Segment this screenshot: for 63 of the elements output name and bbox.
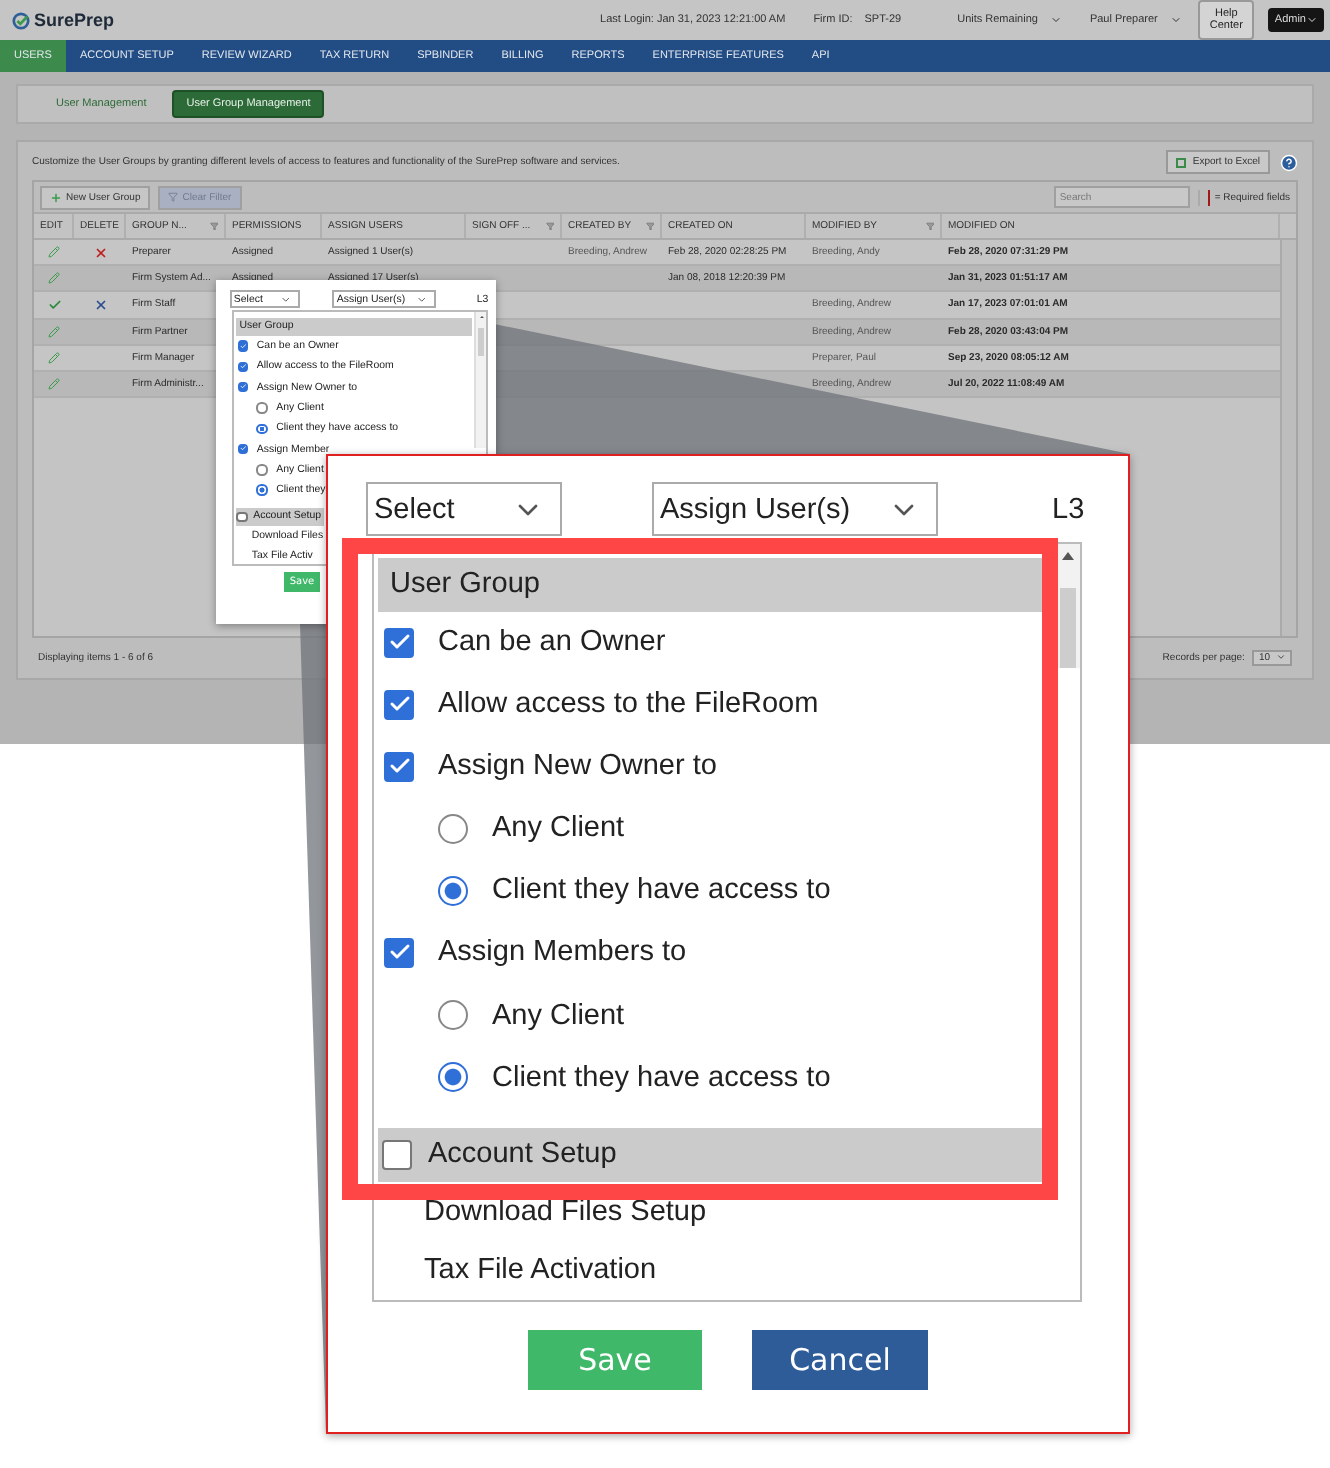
scroll-thumb[interactable] (478, 327, 485, 357)
logo[interactable]: SurePrep (12, 10, 115, 30)
chevron-icon (280, 293, 293, 305)
checkbox[interactable] (384, 689, 414, 720)
permission-select[interactable]: Select (366, 482, 562, 536)
option-label: Any Client (492, 999, 625, 1032)
chevron-icon (1276, 652, 1286, 662)
filter-icon[interactable] (645, 221, 654, 231)
section-title: User Group (390, 568, 540, 601)
radio-button[interactable] (256, 464, 268, 476)
option-label: Client they have access to (492, 1061, 831, 1094)
chevron-icon (1306, 14, 1318, 26)
option-label: Assign Members to (438, 936, 687, 969)
option-label: Can be an Owner (438, 626, 666, 659)
filter-icon[interactable] (925, 221, 934, 231)
section-title: Account Setup (428, 1138, 617, 1171)
level-text: L3 (1052, 493, 1085, 525)
edit-icon[interactable] (48, 351, 60, 364)
edit-icon[interactable] (48, 378, 60, 391)
radio-button[interactable] (438, 813, 468, 844)
edit-icon[interactable] (48, 325, 60, 338)
chevron-icon (1169, 14, 1182, 26)
checkbox[interactable] (237, 340, 249, 352)
section-header[interactable]: Account Setup (378, 1128, 1046, 1182)
option-label[interactable]: Tax File Activation (424, 1254, 657, 1287)
cancel-icon[interactable] (93, 297, 107, 312)
option-label: Any Client (492, 812, 625, 845)
filter-icon[interactable] (209, 221, 218, 231)
radio-button[interactable] (256, 423, 268, 434)
option-label: Client they have access to (492, 874, 831, 907)
checkbox[interactable] (384, 751, 414, 782)
radio-button[interactable] (256, 484, 268, 496)
radio-button[interactable] (438, 875, 468, 906)
section-header[interactable]: User Group (378, 558, 1046, 612)
confirm-icon[interactable] (47, 297, 61, 312)
scroll-thumb[interactable] (1059, 588, 1077, 668)
checkbox[interactable] (384, 937, 414, 968)
check-circle-icon (12, 11, 30, 29)
scroll-up-icon[interactable] (1062, 552, 1074, 560)
required-marker (1207, 189, 1211, 205)
checkbox[interactable] (384, 627, 414, 658)
checkbox[interactable] (236, 511, 248, 523)
spreadsheet-icon (1176, 157, 1187, 167)
option-label: Allow access to the FileRoom (438, 688, 819, 721)
chevron-icon (1049, 14, 1062, 26)
radio-button[interactable] (438, 1000, 468, 1031)
radio-button[interactable] (256, 402, 268, 414)
plus-icon (50, 191, 62, 203)
checkbox[interactable] (237, 443, 249, 455)
help-icon[interactable] (1280, 153, 1298, 171)
checkbox[interactable] (382, 1139, 412, 1170)
checkbox[interactable] (237, 381, 249, 393)
assign-users-select[interactable]: Assign User(s) (652, 482, 938, 536)
scrollbar[interactable] (1280, 240, 1296, 636)
cancel-button[interactable]: Cancel (752, 1330, 928, 1390)
radio-button[interactable] (438, 1062, 468, 1093)
filter-icon (168, 192, 179, 202)
option-label[interactable]: Download Files Setup (424, 1195, 707, 1228)
filter-icon[interactable] (545, 221, 554, 231)
checkbox[interactable] (237, 361, 249, 372)
option-label: Assign New Owner to (438, 750, 717, 783)
delete-icon[interactable] (93, 245, 107, 260)
chevron-icon (416, 293, 428, 305)
